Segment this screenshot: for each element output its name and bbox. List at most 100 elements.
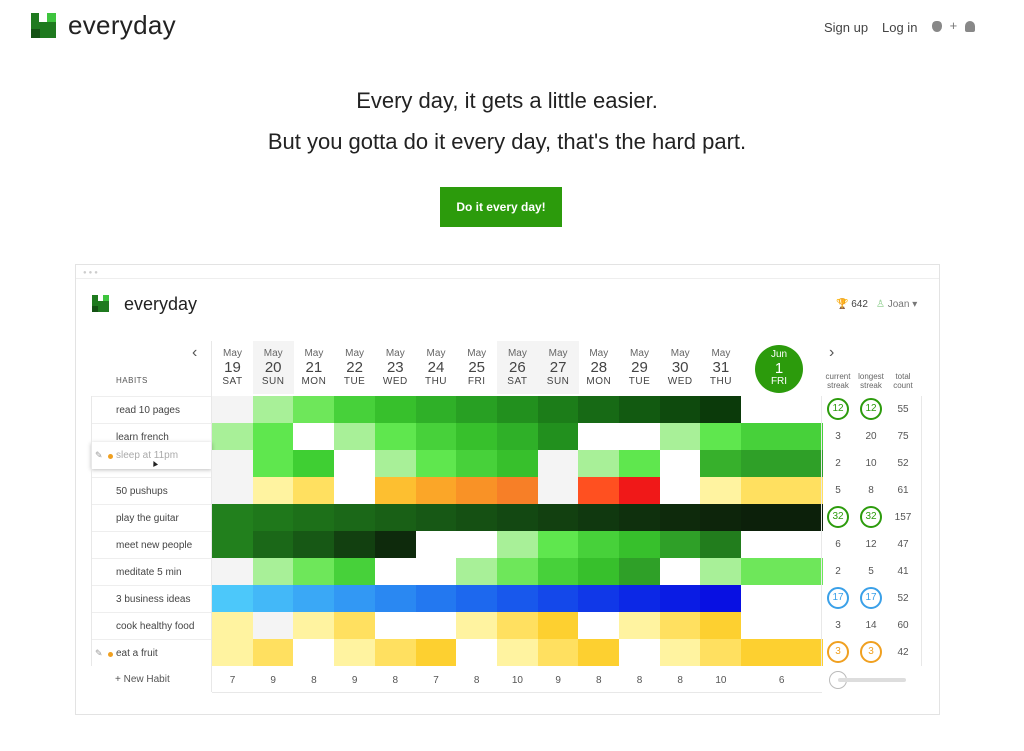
- date-header[interactable]: May 19 SAT: [212, 348, 253, 388]
- habit-day-cell[interactable]: [374, 558, 416, 585]
- color-dot[interactable]: [108, 454, 113, 459]
- habit-day-cell[interactable]: [537, 585, 579, 612]
- next-arrow-icon[interactable]: ›: [829, 344, 834, 362]
- android-icon[interactable]: [964, 21, 975, 33]
- habit-day-cell[interactable]: [293, 450, 335, 477]
- habit-day-cell[interactable]: [334, 558, 376, 585]
- habit-day-cell[interactable]: [700, 423, 742, 450]
- habit-label[interactable]: cook healthy food: [91, 612, 212, 639]
- habit-day-cell[interactable]: [619, 450, 660, 477]
- brand-name[interactable]: everyday: [68, 10, 176, 41]
- user-name[interactable]: Joan ▾: [888, 299, 917, 310]
- habit-day-cell[interactable]: [252, 396, 294, 423]
- habit-day-cell[interactable]: [578, 477, 620, 504]
- habit-day-cell[interactable]: [700, 612, 742, 639]
- habit-label[interactable]: 50 pushups: [91, 477, 212, 504]
- habit-day-cell[interactable]: [334, 504, 376, 531]
- habit-day-cell[interactable]: [659, 396, 701, 423]
- habit-day-cell[interactable]: [415, 423, 457, 450]
- habit-day-cell[interactable]: [537, 396, 579, 423]
- habit-day-cell[interactable]: [741, 477, 824, 504]
- habit-label[interactable]: 3 business ideas: [91, 585, 212, 612]
- date-header[interactable]: May 28 MON: [578, 348, 619, 388]
- zoom-slider[interactable]: [838, 678, 906, 682]
- new-habit-button[interactable]: + New Habit: [115, 674, 170, 685]
- habit-day-cell[interactable]: [293, 423, 335, 450]
- habit-day-cell[interactable]: [334, 585, 376, 612]
- habit-day-cell[interactable]: [578, 639, 620, 666]
- habit-day-cell[interactable]: [334, 396, 376, 423]
- habit-day-cell[interactable]: [578, 612, 620, 639]
- habit-day-cell[interactable]: [619, 396, 660, 423]
- habit-day-cell[interactable]: [537, 612, 579, 639]
- habit-day-cell[interactable]: [741, 504, 824, 531]
- habit-day-cell[interactable]: [374, 477, 416, 504]
- habit-day-cell[interactable]: [415, 450, 457, 477]
- habit-day-cell[interactable]: [252, 504, 294, 531]
- habit-day-cell[interactable]: [415, 396, 457, 423]
- habit-day-cell[interactable]: [537, 531, 579, 558]
- today-header[interactable]: Jun 1 FRI: [755, 345, 803, 393]
- habit-day-cell[interactable]: [293, 639, 335, 666]
- habit-day-cell[interactable]: [415, 612, 457, 639]
- habit-day-cell[interactable]: [293, 585, 335, 612]
- color-dot[interactable]: [108, 652, 113, 657]
- habit-label[interactable]: read 10 pages: [91, 396, 212, 423]
- habit-day-cell[interactable]: [293, 531, 335, 558]
- habit-day-cell[interactable]: [456, 531, 498, 558]
- habit-day-cell[interactable]: [374, 639, 416, 666]
- habit-day-cell[interactable]: [252, 477, 294, 504]
- habit-day-cell[interactable]: [374, 585, 416, 612]
- habit-day-cell[interactable]: [456, 558, 498, 585]
- habit-day-cell[interactable]: [334, 612, 376, 639]
- habit-day-cell[interactable]: [334, 531, 376, 558]
- habit-day-cell[interactable]: [496, 531, 538, 558]
- date-header[interactable]: May 31 THU: [700, 348, 741, 388]
- habit-day-cell[interactable]: [700, 639, 742, 666]
- habit-day-cell[interactable]: [415, 639, 457, 666]
- habit-day-cell[interactable]: [212, 531, 253, 558]
- everyday-logo[interactable]: [31, 13, 56, 38]
- habit-day-cell[interactable]: [619, 585, 660, 612]
- habit-day-cell[interactable]: [415, 531, 457, 558]
- habit-day-cell[interactable]: [456, 450, 498, 477]
- habit-day-cell[interactable]: [619, 504, 660, 531]
- habit-day-cell[interactable]: [537, 423, 579, 450]
- habit-day-cell[interactable]: [293, 477, 335, 504]
- habit-day-cell[interactable]: [578, 396, 620, 423]
- habit-day-cell[interactable]: [578, 504, 620, 531]
- date-header[interactable]: May 22 TUE: [334, 348, 375, 388]
- habit-day-cell[interactable]: [659, 585, 701, 612]
- habit-day-cell[interactable]: [496, 450, 538, 477]
- habit-day-cell[interactable]: [252, 639, 294, 666]
- habit-day-cell[interactable]: [619, 558, 660, 585]
- habit-day-cell[interactable]: [293, 504, 335, 531]
- habit-day-cell[interactable]: [374, 612, 416, 639]
- habit-day-cell[interactable]: [496, 477, 538, 504]
- habit-day-cell[interactable]: [334, 450, 376, 477]
- habit-day-cell[interactable]: [415, 477, 457, 504]
- habit-day-cell[interactable]: [374, 531, 416, 558]
- habit-day-cell[interactable]: [293, 396, 335, 423]
- habit-day-cell[interactable]: [537, 450, 579, 477]
- user-menu[interactable]: ♙ Joan ▾: [876, 299, 917, 310]
- habit-label[interactable]: play the guitar: [91, 504, 212, 531]
- habit-day-cell[interactable]: [456, 504, 498, 531]
- signup-link[interactable]: Sign up: [824, 20, 868, 35]
- habit-day-cell[interactable]: [415, 585, 457, 612]
- habit-day-cell[interactable]: [659, 477, 701, 504]
- date-header[interactable]: May 23 WED: [375, 348, 416, 388]
- habit-day-cell[interactable]: [456, 639, 498, 666]
- habit-label[interactable]: meet new people: [91, 531, 212, 558]
- habit-day-cell[interactable]: [659, 531, 701, 558]
- date-header[interactable]: May 25 FRI: [456, 348, 497, 388]
- habit-day-cell[interactable]: [496, 612, 538, 639]
- habit-day-cell[interactable]: [496, 423, 538, 450]
- habit-day-cell[interactable]: [374, 423, 416, 450]
- habit-day-cell[interactable]: [659, 504, 701, 531]
- habit-day-cell[interactable]: [537, 504, 579, 531]
- habit-day-cell[interactable]: [212, 423, 253, 450]
- habit-day-cell[interactable]: [212, 585, 253, 612]
- habit-day-cell[interactable]: [537, 558, 579, 585]
- habit-day-cell[interactable]: [212, 396, 253, 423]
